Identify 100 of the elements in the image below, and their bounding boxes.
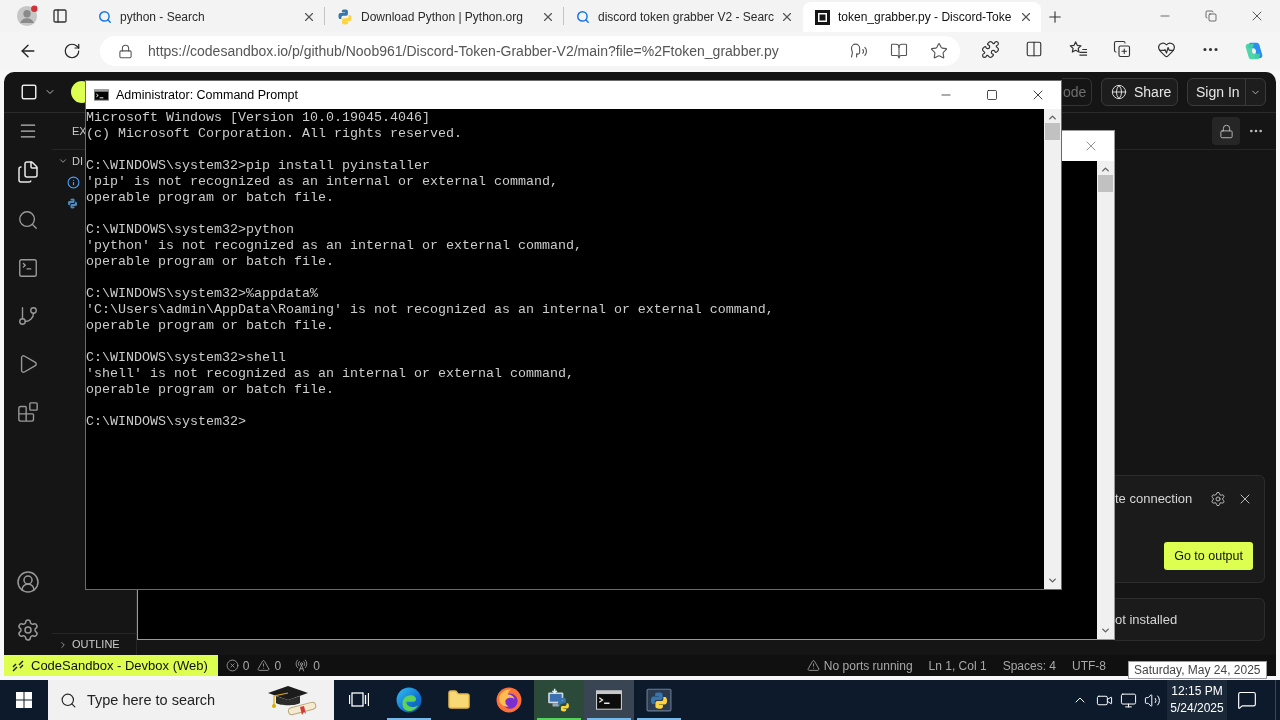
speech-icon[interactable]: [850, 42, 868, 60]
folder-row[interactable]: DI: [52, 150, 85, 172]
antenna-icon: [295, 659, 309, 672]
search-field[interactable]: Type here to search: [87, 685, 264, 715]
refresh-icon[interactable]: [63, 42, 81, 60]
padlock-icon: [1218, 123, 1234, 139]
heart-pulse-icon[interactable]: [1156, 40, 1176, 59]
columns-icon[interactable]: [1025, 40, 1043, 58]
cursor-position-button[interactable]: Ln 1, Col 1: [928, 655, 987, 676]
browser-swirl-icon: [396, 687, 422, 713]
console-line: operable program or batch file.: [86, 254, 334, 270]
scroll-down-icon[interactable]: [1100, 625, 1111, 636]
puzzle-icon[interactable]: [980, 40, 1000, 59]
console-line: C:\WINDOWS\system32>: [86, 414, 246, 430]
monitor-icon[interactable]: [1119, 691, 1137, 709]
date-tooltip: Saturday, May 24, 2025: [1128, 661, 1267, 679]
ports-status-button[interactable]: No ports running: [806, 655, 913, 676]
scrollbar[interactable]: [1097, 161, 1114, 639]
python-window-icon: [646, 687, 672, 713]
files-icon[interactable]: [16, 160, 40, 184]
go-to-output-button[interactable]: Go to output: [1164, 542, 1253, 570]
console-line: 'shell' is not recognized as an internal or external command,: [86, 366, 574, 382]
stacked-windows-icon[interactable]: [349, 691, 369, 709]
share-button[interactable]: Share: [1101, 78, 1178, 106]
console-line: C:\WINDOWS\system32>shell: [86, 350, 286, 366]
square-icon[interactable]: [20, 83, 38, 101]
maximize-icon[interactable]: [986, 89, 998, 101]
star-list-icon[interactable]: [1068, 40, 1088, 59]
taskbar-app-button[interactable]: [534, 680, 584, 720]
close-tab-icon[interactable]: [780, 10, 794, 24]
search-icon: [576, 10, 590, 24]
problems-button[interactable]: 0 0: [225, 655, 282, 676]
close-tab-icon[interactable]: [541, 10, 555, 24]
search-icon: [98, 10, 112, 24]
terminal-window-icon: [596, 690, 622, 710]
side-panel-icon[interactable]: [52, 8, 68, 24]
clock-button[interactable]: 12:15 PM 5/24/2025: [1167, 680, 1227, 720]
user-circle-icon[interactable]: [16, 570, 40, 594]
folder-icon: [447, 688, 471, 712]
new-tab-icon[interactable]: [1046, 8, 1064, 26]
blocks-icon[interactable]: [17, 401, 39, 423]
console-line: operable program or batch file.: [86, 318, 334, 334]
lock-icon[interactable]: [118, 43, 133, 59]
console-line: 'python' is not recognized as an internal or external command,: [86, 238, 582, 254]
scrollbar-thumb[interactable]: [1045, 123, 1060, 140]
star-icon[interactable]: [930, 42, 948, 60]
windows-logo-icon[interactable]: [16, 692, 32, 708]
caret-icon: [58, 639, 68, 650]
speech-bubble-icon[interactable]: [1237, 690, 1257, 710]
scroll-up-icon[interactable]: [1100, 164, 1111, 175]
console-line: 'pip' is not recognized as an internal or external command,: [86, 174, 558, 190]
indentation-button[interactable]: Spaces: 4: [1002, 655, 1056, 676]
book-icon[interactable]: [890, 42, 908, 60]
terminal-icon[interactable]: [17, 257, 39, 279]
encoding-button[interactable]: UTF-8: [1072, 655, 1106, 676]
git-branch-icon[interactable]: [17, 305, 39, 327]
search-icon[interactable]: [17, 209, 39, 231]
console-line: C:\WINDOWS\system32>%appdata%: [86, 286, 318, 302]
console-line: C:\WINDOWS\system32>python: [86, 222, 294, 238]
scrollbar[interactable]: [1044, 109, 1061, 589]
sign-in-button[interactable]: Sign In: [1187, 78, 1266, 106]
warning-icon: [806, 659, 820, 672]
circle-x-icon: [225, 659, 239, 672]
volume-icon[interactable]: [1143, 691, 1161, 709]
scroll-up-icon[interactable]: [1047, 112, 1058, 123]
terminal-window-icon: [94, 89, 109, 101]
browser-tab[interactable]: Download Python | Python.org: [325, 2, 563, 32]
square-logo-icon: [815, 9, 830, 25]
taskbar-search-box[interactable]: Type here to search: [48, 680, 334, 720]
settings-icon[interactable]: [1210, 491, 1226, 507]
console-line: 'C:\Users\admin\AppData\Roaming' is not recognized as an internal or external command,: [86, 302, 774, 318]
window-title: Administrator: Command Prompt: [116, 86, 298, 104]
swirl-logo-icon[interactable]: [1243, 40, 1265, 62]
workspace-avatar-icon[interactable]: [71, 81, 85, 103]
notification-message: te connection: [1115, 490, 1194, 509]
taskbar-app-button[interactable]: [584, 680, 634, 720]
address-field[interactable]: https://codesandbox.io/p/github/Noob961/Discord-Token-Grabber-V2/main?file=%2Ftoken_grabber.py: [100, 36, 960, 66]
ports-button[interactable]: 0: [295, 655, 320, 676]
console-line: operable program or batch file.: [86, 382, 334, 398]
profile-icon[interactable]: [16, 5, 38, 27]
scroll-down-icon[interactable]: [1047, 575, 1058, 586]
caret-icon: [58, 156, 68, 166]
settings-icon[interactable]: [16, 618, 40, 642]
console-line: Microsoft Windows [Version 10.0.19045.4046]: [86, 110, 430, 126]
remote-status-button[interactable]: CodeSandbox - Devbox (Web): [4, 655, 218, 676]
browser-tab[interactable]: python - Search: [86, 2, 324, 32]
warning-icon: [257, 659, 271, 672]
lock-button[interactable]: [1212, 117, 1240, 145]
scrollbar-thumb[interactable]: [1098, 175, 1113, 192]
fox-globe-icon: [496, 687, 522, 713]
browser-tab[interactable]: discord token grabber V2 - Searc: [564, 2, 802, 32]
browser-tab[interactable]: token_grabber.py - Discord-Toke: [803, 2, 1041, 32]
copy-plus-icon[interactable]: [1113, 40, 1131, 58]
restore-icon[interactable]: [1205, 10, 1217, 22]
search-icon: [60, 691, 77, 709]
globe-icon: [1111, 84, 1127, 100]
info-icon[interactable]: [67, 176, 80, 189]
python-file-icon[interactable]: [67, 198, 78, 209]
close-tab-icon[interactable]: [1019, 10, 1033, 24]
close-tab-icon[interactable]: [302, 10, 316, 24]
